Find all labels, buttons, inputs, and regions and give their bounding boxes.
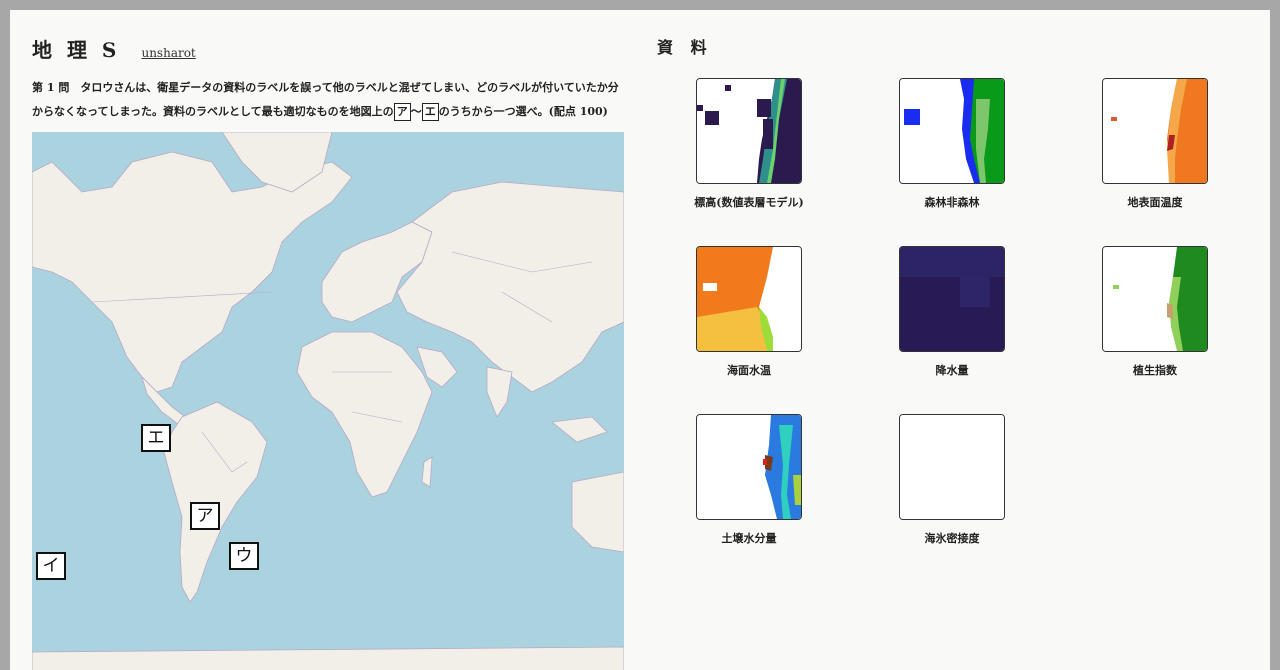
map-marker-i[interactable]: イ — [36, 552, 66, 580]
material-card[interactable]: 土壌水分量 — [684, 414, 814, 546]
sea-surface-temp-thumbnail[interactable] — [696, 246, 802, 352]
author-link[interactable]: unsharot — [141, 46, 195, 60]
material-card[interactable]: 標高(数値表層モデル) — [684, 78, 814, 210]
question-line-2b: のうちから一つ選べ。(配点 100) — [438, 105, 608, 118]
surface-temp-thumbnail[interactable] — [1102, 78, 1208, 184]
material-card[interactable]: 地表面温度 — [1090, 78, 1220, 210]
vegetation-index-thumbnail[interactable] — [1102, 246, 1208, 352]
sea-ice-thumbnail[interactable] — [899, 414, 1005, 520]
material-card[interactable]: 海氷密接度 — [887, 414, 1017, 546]
elevation-thumbnail[interactable] — [696, 78, 802, 184]
question-text: 第 1 問 タロウさんは、衛星データの資料のラベルを誤って他のラベルと混ぜてしま… — [32, 76, 624, 124]
australia-shape — [571, 471, 624, 553]
material-caption: 森林非森林 — [924, 196, 980, 209]
page-title: 地 理 S — [32, 38, 121, 62]
material-caption: 標高(数値表層モデル) — [694, 196, 804, 209]
forest-thumbnail[interactable] — [899, 78, 1005, 184]
material-caption: 地表面温度 — [1127, 196, 1183, 209]
map-marker-e[interactable]: エ — [141, 424, 171, 452]
material-card[interactable]: 海面水温 — [684, 246, 814, 378]
antarctica-shape — [32, 646, 624, 670]
material-caption: 海面水温 — [727, 364, 771, 377]
material-caption: 降水量 — [935, 364, 969, 377]
question-line-1: 第 1 問 タロウさんは、衛星データの資料のラベルを誤って他のラベルと混ぜてしま… — [32, 81, 619, 94]
material-card[interactable]: 植生指数 — [1090, 246, 1220, 378]
title-row: 地 理 S unsharot — [32, 34, 196, 63]
worksheet: 地 理 S unsharot 第 1 問 タロウさんは、衛星データの資料のラベル… — [10, 10, 1270, 670]
question-line-2: からなくなってしまった。資料のラベルとして最も適切なものを地図上のア～エのうちか… — [32, 100, 624, 124]
material-card[interactable]: 降水量 — [887, 246, 1017, 378]
choice-box-end: エ — [421, 103, 439, 121]
choice-box-start: ア — [393, 103, 411, 121]
soil-moisture-thumbnail[interactable] — [696, 414, 802, 520]
material-caption: 土壌水分量 — [721, 532, 777, 545]
map-marker-u[interactable]: ウ — [229, 542, 259, 570]
question-line-2a: からなくなってしまった。資料のラベルとして最も適切なものを地図上の — [32, 105, 394, 118]
material-card[interactable]: 森林非森林 — [887, 78, 1017, 210]
world-map[interactable]: エ ア ウ イ — [32, 132, 624, 670]
map-marker-a[interactable]: ア — [190, 502, 220, 530]
world-map-graphic — [32, 132, 624, 670]
material-caption: 植生指数 — [1133, 364, 1177, 377]
material-caption: 海氷密接度 — [924, 532, 980, 545]
materials-title: 資 料 — [657, 38, 713, 57]
question-tilde: ～ — [410, 105, 422, 118]
precipitation-thumbnail[interactable] — [899, 246, 1005, 352]
